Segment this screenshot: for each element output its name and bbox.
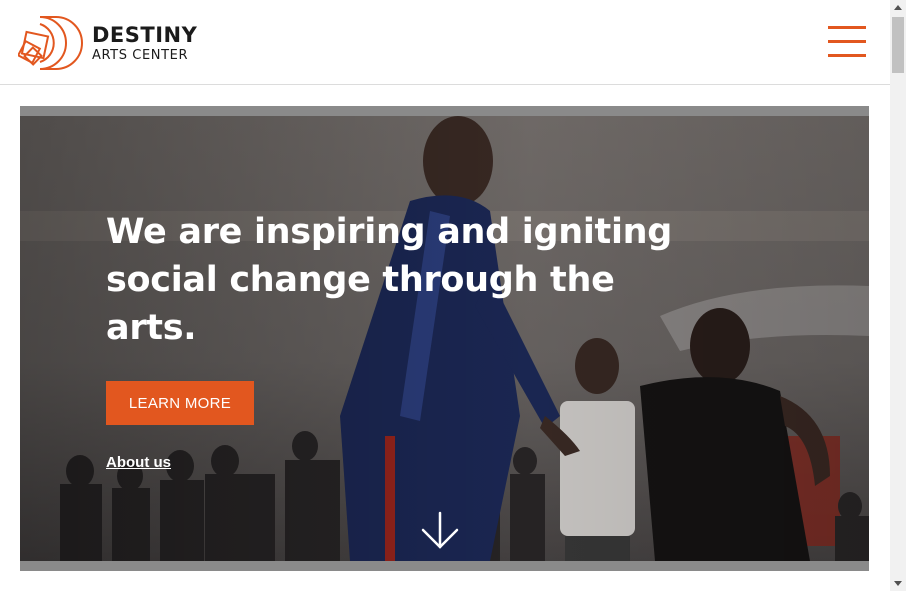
menu-bar-bottom (828, 54, 866, 57)
brand-subtitle: ARTS CENTER (92, 47, 189, 63)
menu-bar-middle (828, 40, 866, 43)
hamburger-menu-icon[interactable] (828, 26, 868, 58)
spiral-d-logo-icon (18, 16, 83, 70)
scrollbar-thumb[interactable] (892, 17, 904, 73)
menu-bar-top (828, 26, 866, 29)
logo-text: DESTINY ARTS CENTER (92, 22, 198, 63)
scroll-up-icon[interactable] (894, 5, 902, 10)
brand-name: DESTINY (92, 22, 198, 47)
site-header: DESTINY ARTS CENTER (0, 0, 890, 85)
learn-more-button[interactable]: LEARN MORE (106, 381, 254, 425)
hero-headline: We are inspiring and igniting social cha… (106, 212, 673, 348)
hero-section: We are inspiring and igniting social cha… (20, 106, 869, 571)
scroll-down-icon[interactable] (894, 581, 902, 586)
site-logo[interactable]: DESTINY ARTS CENTER (18, 14, 197, 72)
arrow-down-icon[interactable] (418, 511, 462, 551)
about-us-link[interactable]: About us (106, 454, 171, 471)
page-scrollbar[interactable] (890, 0, 906, 591)
